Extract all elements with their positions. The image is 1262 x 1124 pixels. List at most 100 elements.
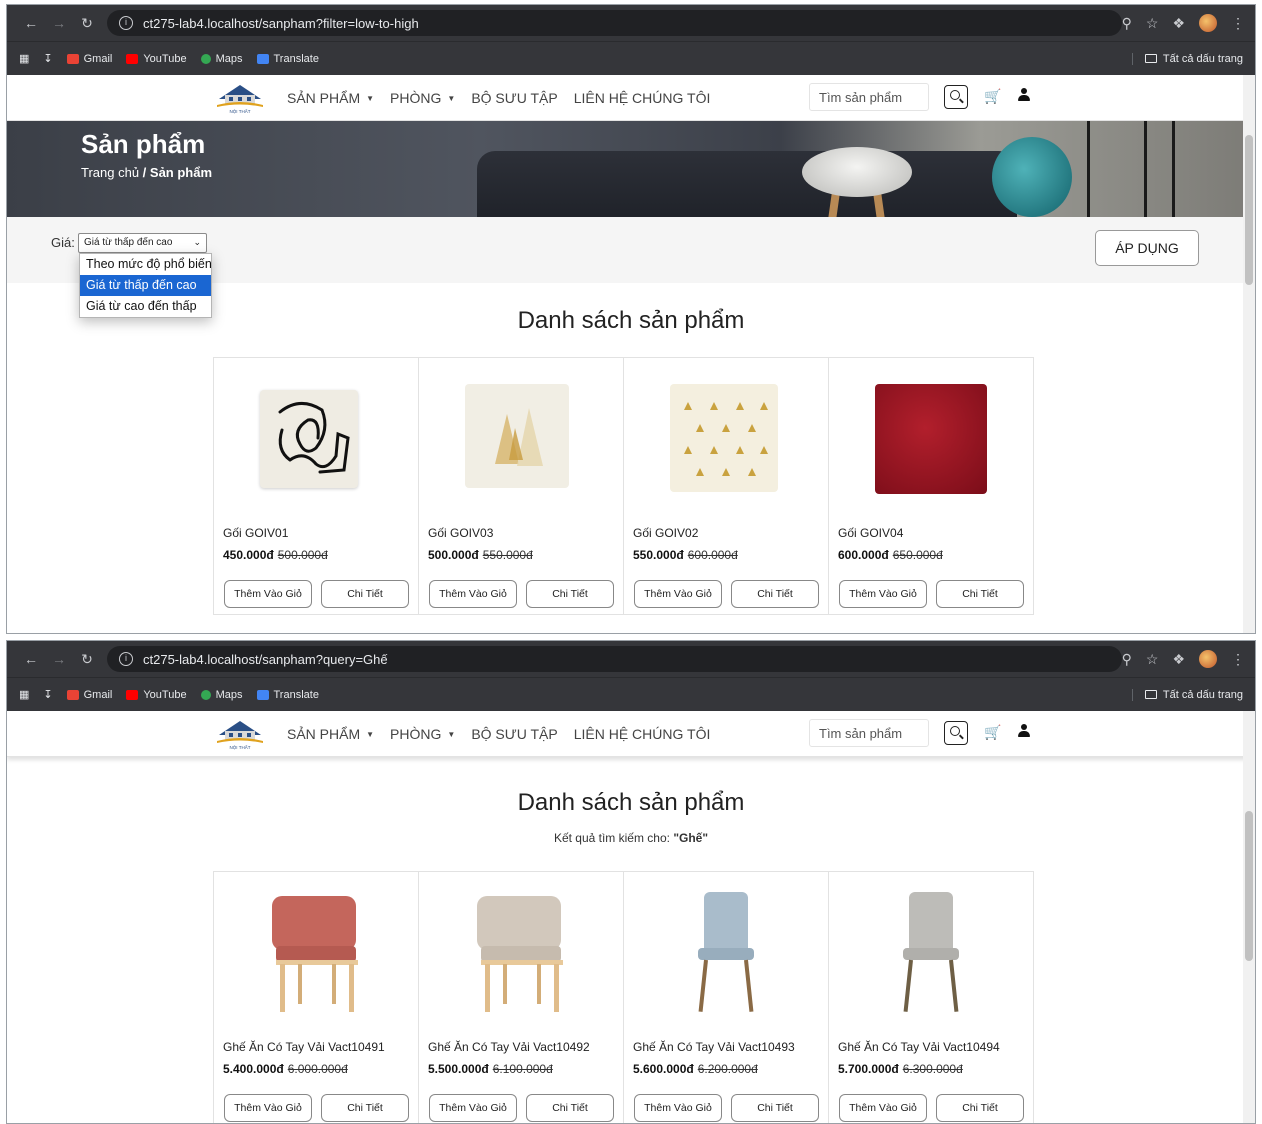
bookmark-star-icon[interactable]: ☆ [1146, 651, 1159, 668]
extensions-icon[interactable]: ❖ [1172, 651, 1185, 668]
search-input[interactable]: Tìm sản phẩm [809, 83, 929, 111]
details-button[interactable]: Chi Tiết [731, 1094, 819, 1122]
cart-icon[interactable]: 🛒 [984, 88, 1001, 105]
all-bookmarks[interactable]: Tất cả dấu trang [1131, 688, 1243, 701]
bookmark-star-icon[interactable]: ☆ [1146, 15, 1159, 32]
product-name[interactable]: Gối GOIV01 [223, 526, 288, 540]
apps-icon[interactable]: ▦ [19, 52, 29, 65]
address-bar[interactable]: i ct275-lab4.localhost/sanpham?query=Ghế [107, 646, 1122, 672]
zoom-icon[interactable]: ⚲ [1122, 15, 1132, 32]
caret-down-icon: ▼ [366, 730, 375, 739]
download-icon[interactable]: ↧ [43, 688, 52, 701]
option-popular[interactable]: Theo mức độ phổ biến [80, 254, 212, 275]
nav-rooms[interactable]: PHÒNG ▼ [390, 90, 455, 106]
page-scrollbar[interactable] [1243, 711, 1255, 1123]
add-to-cart-button[interactable]: Thêm Vào Giỏ [224, 1094, 312, 1122]
details-button[interactable]: Chi Tiết [526, 580, 614, 608]
product-name[interactable]: Ghế Ăn Có Tay Vải Vact10491 [223, 1040, 385, 1054]
user-icon[interactable] [1018, 88, 1030, 102]
address-bar[interactable]: i ct275-lab4.localhost/sanpham?filter=lo… [107, 10, 1122, 36]
nav-contact[interactable]: LIÊN HỆ CHÚNG TÔI [574, 90, 711, 106]
back-icon[interactable]: ← [17, 651, 45, 667]
logo[interactable]: NỘI THẤT [215, 81, 265, 115]
forward-icon[interactable]: → [45, 651, 73, 667]
details-button[interactable]: Chi Tiết [321, 1094, 409, 1122]
product-name[interactable]: Ghế Ăn Có Tay Vải Vact10492 [428, 1040, 590, 1054]
back-icon[interactable]: ← [17, 15, 45, 31]
user-icon[interactable] [1018, 724, 1030, 738]
product-price: 550.000đ 600.000đ [633, 548, 738, 562]
menu-icon[interactable]: ⋮ [1231, 15, 1245, 32]
add-to-cart-button[interactable]: Thêm Vào Giỏ [224, 580, 312, 608]
product-card: Gối GOIV02 550.000đ 600.000đ Thêm Vào Giỏ… [623, 357, 829, 615]
add-to-cart-button[interactable]: Thêm Vào Giỏ [839, 1094, 927, 1122]
zoom-icon[interactable]: ⚲ [1122, 651, 1132, 668]
cart-icon[interactable]: 🛒 [984, 724, 1001, 741]
nav-products[interactable]: SẢN PHẨM ▼ [287, 90, 374, 106]
product-image[interactable] [664, 890, 788, 1014]
search-input[interactable]: Tìm sản phẩm [809, 719, 929, 747]
product-image[interactable] [869, 890, 993, 1014]
bookmark-translate[interactable]: Translate [256, 53, 319, 65]
product-card: Ghế Ăn Có Tay Vải Vact10492 5.500.000đ 6.… [418, 871, 624, 1123]
bookmarks-bar: ▦ ↧ Gmail YouTube Maps Translate Tất cả … [7, 41, 1255, 75]
bookmark-gmail[interactable]: Gmail [66, 53, 112, 65]
bookmark-translate[interactable]: Translate [256, 689, 319, 701]
site-info-icon[interactable]: i [119, 652, 133, 666]
nav-contact[interactable]: LIÊN HỆ CHÚNG TÔI [574, 726, 711, 742]
reload-icon[interactable]: ↻ [73, 15, 101, 32]
product-image[interactable] [254, 890, 378, 1014]
product-name[interactable]: Gối GOIV04 [838, 526, 903, 540]
reload-icon[interactable]: ↻ [73, 651, 101, 668]
search-icon[interactable] [944, 85, 968, 109]
profile-avatar[interactable] [1199, 650, 1217, 668]
product-image[interactable] [664, 376, 788, 500]
download-icon[interactable]: ↧ [43, 52, 52, 65]
site-info-icon[interactable]: i [119, 16, 133, 30]
add-to-cart-button[interactable]: Thêm Vào Giỏ [429, 580, 517, 608]
menu-icon[interactable]: ⋮ [1231, 651, 1245, 668]
filter-bar: Giá: Giá từ thấp đến cao ⌄ Theo mức độ p… [7, 217, 1255, 318]
option-low-to-high[interactable]: Giá từ thấp đến cao [80, 275, 211, 296]
bookmark-youtube[interactable]: YouTube [126, 53, 187, 65]
price-sort-select[interactable]: Giá từ thấp đến cao ⌄ [78, 233, 207, 253]
bookmark-maps[interactable]: Maps [200, 689, 243, 701]
nav-collections[interactable]: BỘ SƯU TẬP [471, 90, 557, 106]
product-image[interactable] [254, 376, 378, 500]
page-scrollbar[interactable] [1243, 75, 1255, 633]
product-name[interactable]: Gối GOIV02 [633, 526, 698, 540]
details-button[interactable]: Chi Tiết [936, 580, 1024, 608]
product-image[interactable] [869, 376, 993, 500]
details-button[interactable]: Chi Tiết [731, 580, 819, 608]
option-high-to-low[interactable]: Giá từ cao đến thấp [80, 296, 211, 317]
add-to-cart-button[interactable]: Thêm Vào Giỏ [429, 1094, 517, 1122]
add-to-cart-button[interactable]: Thêm Vào Giỏ [634, 580, 722, 608]
folder-icon [1144, 690, 1157, 699]
product-name[interactable]: Gối GOIV03 [428, 526, 493, 540]
search-icon[interactable] [944, 721, 968, 745]
all-bookmarks[interactable]: Tất cả dấu trang [1131, 52, 1243, 65]
product-price: 600.000đ 650.000đ [838, 548, 943, 562]
nav-collections[interactable]: BỘ SƯU TẬP [471, 726, 557, 742]
bookmark-gmail[interactable]: Gmail [66, 689, 112, 701]
nav-rooms[interactable]: PHÒNG ▼ [390, 726, 455, 742]
logo[interactable]: NỘI THẤT [215, 717, 265, 751]
bookmark-maps[interactable]: Maps [200, 53, 243, 65]
profile-avatar[interactable] [1199, 14, 1217, 32]
product-name[interactable]: Ghế Ăn Có Tay Vải Vact10494 [838, 1040, 1000, 1054]
product-name[interactable]: Ghế Ăn Có Tay Vải Vact10493 [633, 1040, 795, 1054]
bookmark-youtube[interactable]: YouTube [126, 689, 187, 701]
details-button[interactable]: Chi Tiết [526, 1094, 614, 1122]
forward-icon[interactable]: → [45, 15, 73, 31]
add-to-cart-button[interactable]: Thêm Vào Giỏ [634, 1094, 722, 1122]
product-image[interactable] [459, 376, 583, 500]
nav-products[interactable]: SẢN PHẨM ▼ [287, 726, 374, 742]
add-to-cart-button[interactable]: Thêm Vào Giỏ [839, 580, 927, 608]
details-button[interactable]: Chi Tiết [321, 580, 409, 608]
extensions-icon[interactable]: ❖ [1172, 15, 1185, 32]
details-button[interactable]: Chi Tiết [936, 1094, 1024, 1122]
breadcrumb-home[interactable]: Trang chủ [81, 165, 139, 180]
apps-icon[interactable]: ▦ [19, 688, 29, 701]
product-image[interactable] [459, 890, 583, 1014]
apply-button[interactable]: ÁP DỤNG [1095, 230, 1199, 266]
